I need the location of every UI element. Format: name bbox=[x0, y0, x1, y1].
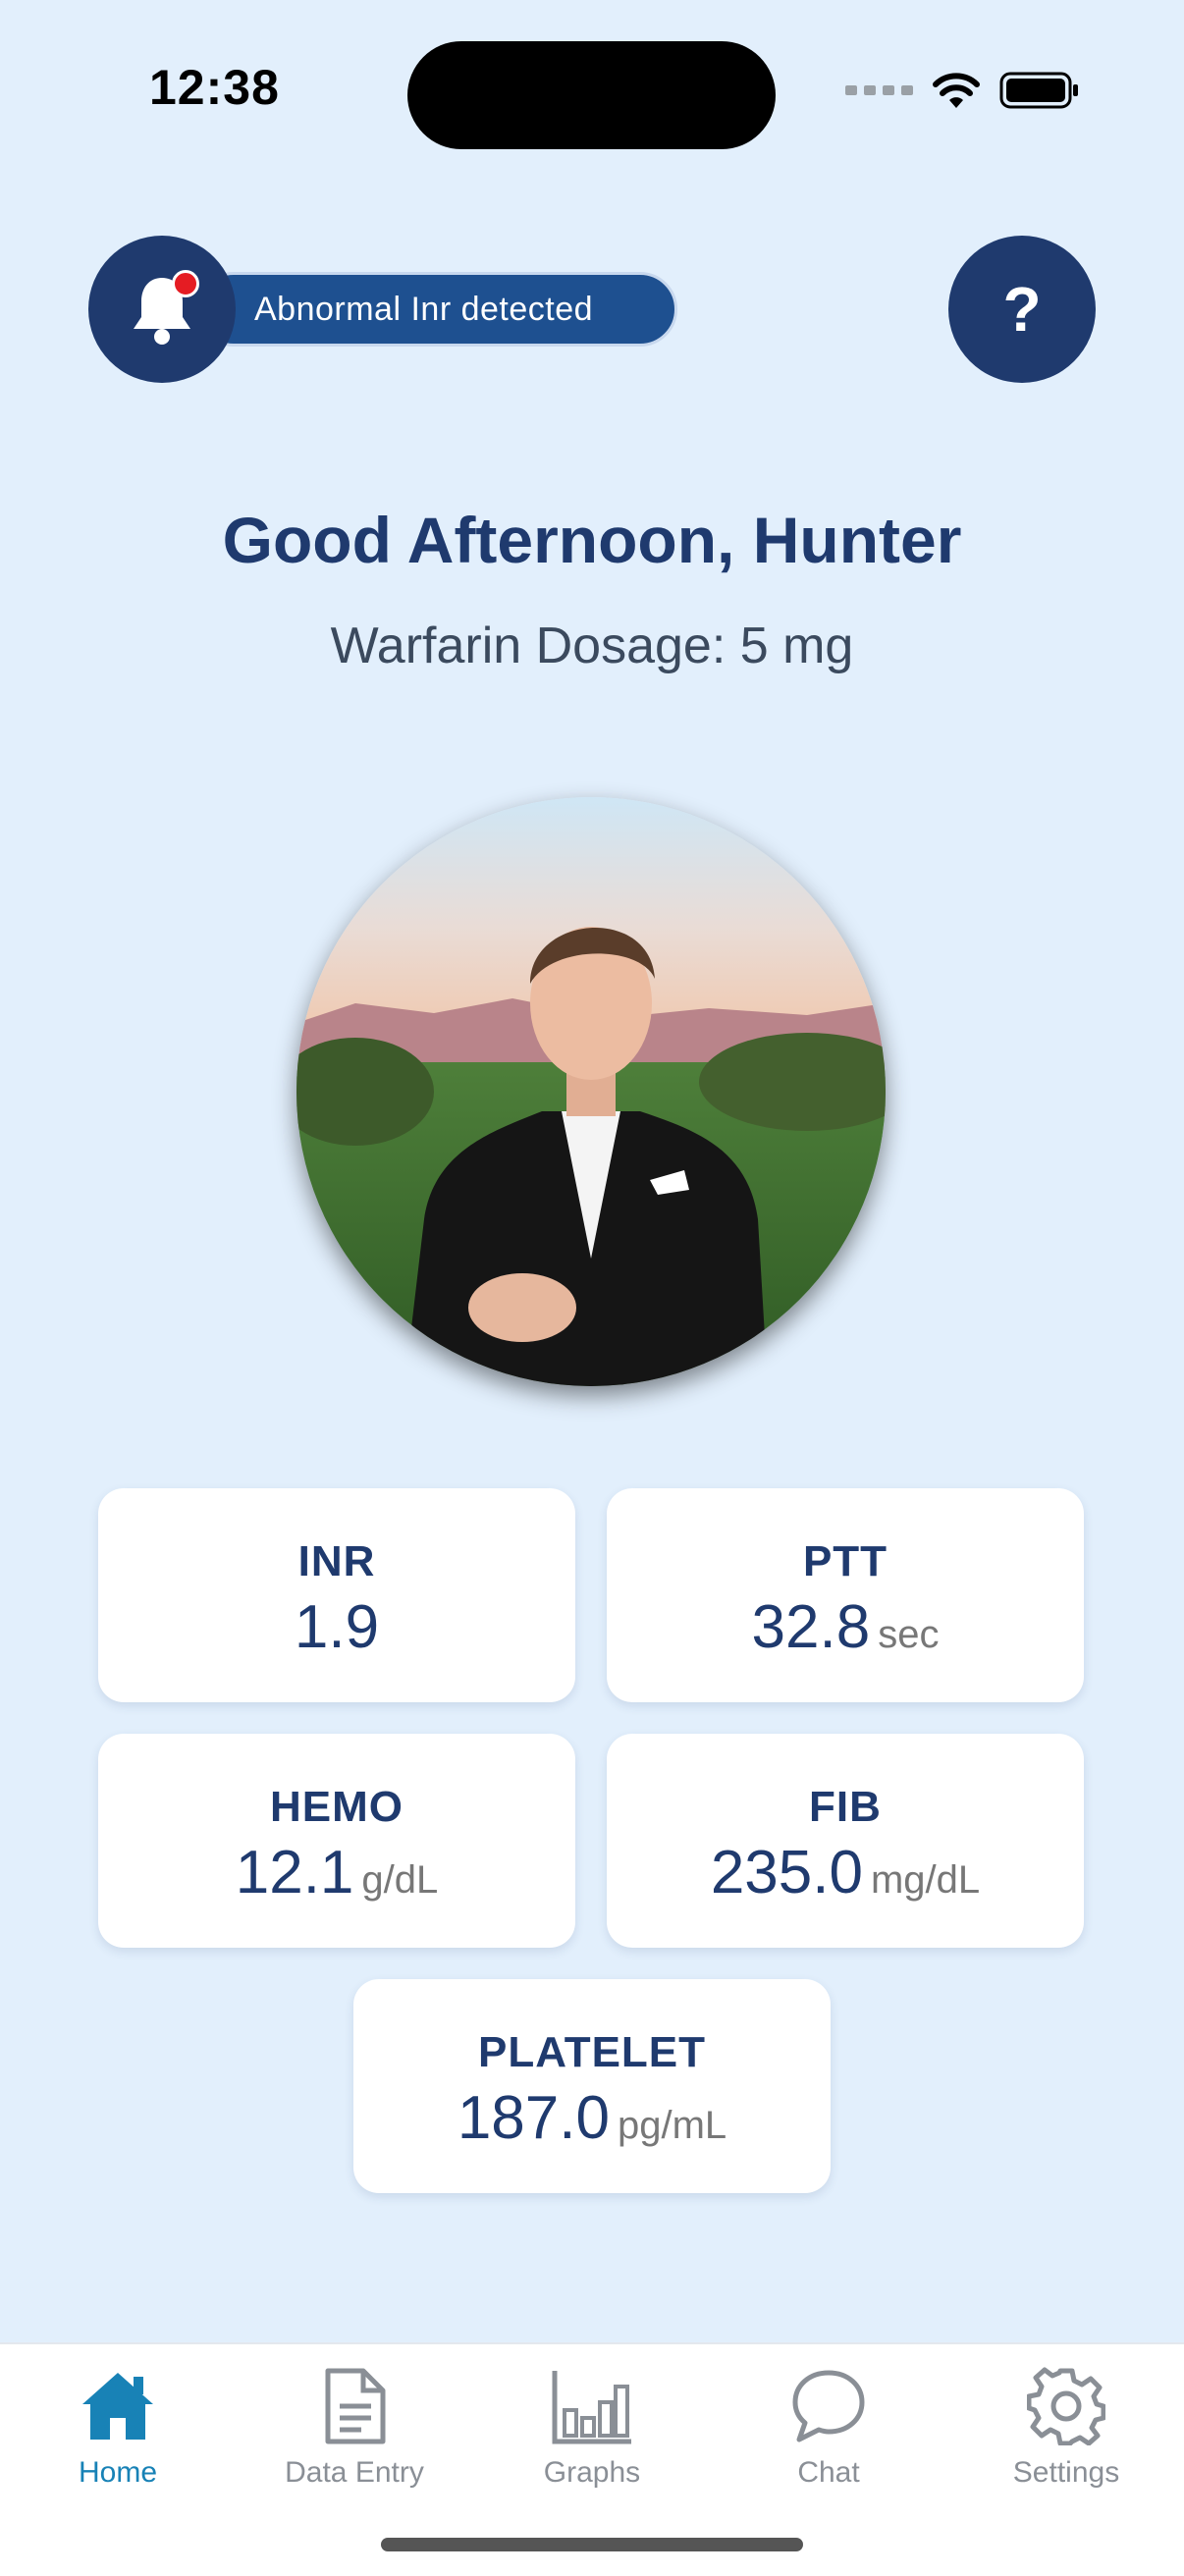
inr-card[interactable]: INR 1.9 bbox=[98, 1488, 575, 1702]
hemo-label: HEMO bbox=[270, 1783, 404, 1831]
tab-settings-label: Settings bbox=[1012, 2456, 1120, 2489]
greeting-title: Good Afternoon, Hunter bbox=[222, 504, 962, 576]
tab-data-entry[interactable]: Data Entry bbox=[246, 2362, 462, 2490]
bar-chart-icon bbox=[552, 2371, 631, 2444]
chat-bubble-icon bbox=[792, 2370, 865, 2442]
fib-card[interactable]: FIB 235.0 mg/dL bbox=[607, 1734, 1084, 1948]
notification-badge bbox=[172, 270, 199, 297]
wifi-icon bbox=[933, 73, 980, 108]
tab-home-label: Home bbox=[78, 2456, 158, 2489]
tab-settings[interactable]: Settings bbox=[958, 2362, 1174, 2490]
inr-value: 1.9 bbox=[294, 1593, 380, 1661]
tab-chat[interactable]: Chat bbox=[721, 2362, 937, 2490]
ptt-unit: sec bbox=[878, 1613, 940, 1656]
fib-unit: mg/dL bbox=[870, 1858, 981, 1902]
battery-icon bbox=[999, 72, 1078, 109]
gear-icon bbox=[1027, 2367, 1105, 2445]
fib-value: 235.0 bbox=[710, 1839, 863, 1906]
ptt-value: 32.8 bbox=[751, 1593, 871, 1661]
cellular-signal-icon bbox=[845, 85, 913, 95]
dynamic-island bbox=[407, 41, 776, 149]
profile-photo bbox=[296, 797, 886, 1386]
status-time: 12:38 bbox=[149, 60, 280, 115]
document-icon bbox=[325, 2368, 386, 2444]
status-icons bbox=[845, 71, 1080, 110]
platelet-card[interactable]: PLATELET 187.0 pg/mL bbox=[353, 1979, 831, 2193]
fib-label: FIB bbox=[809, 1783, 882, 1831]
home-icon bbox=[82, 2373, 153, 2440]
warfarin-dosage: Warfarin Dosage: 5 mg bbox=[330, 617, 854, 674]
tab-chat-label: Chat bbox=[797, 2456, 860, 2489]
hemo-card[interactable]: HEMO 12.1 g/dL bbox=[98, 1734, 575, 1948]
home-indicator[interactable] bbox=[381, 2538, 803, 2551]
ptt-card[interactable]: PTT 32.8 sec bbox=[607, 1488, 1084, 1702]
abnormal-alert-banner[interactable]: Abnormal Inr detected bbox=[196, 272, 677, 347]
hemo-unit: g/dL bbox=[361, 1858, 439, 1902]
tab-graphs-label: Graphs bbox=[543, 2456, 641, 2489]
inr-label: INR bbox=[297, 1537, 376, 1585]
tab-graphs[interactable]: Graphs bbox=[484, 2362, 700, 2490]
ptt-label: PTT bbox=[802, 1537, 888, 1585]
platelet-label: PLATELET bbox=[477, 2028, 707, 2076]
platelet-unit: pg/mL bbox=[617, 2104, 727, 2147]
hemo-value: 12.1 bbox=[235, 1839, 354, 1906]
tab-home[interactable]: Home bbox=[10, 2362, 226, 2490]
help-button[interactable]: ? bbox=[948, 236, 1096, 383]
alert-text: Abnormal Inr detected bbox=[254, 290, 594, 328]
help-label: ? bbox=[1002, 274, 1042, 345]
profile-photo-image bbox=[296, 797, 886, 1386]
platelet-value: 187.0 bbox=[457, 2084, 610, 2152]
notifications-button[interactable] bbox=[88, 236, 236, 383]
tab-data-entry-label: Data Entry bbox=[285, 2456, 424, 2489]
